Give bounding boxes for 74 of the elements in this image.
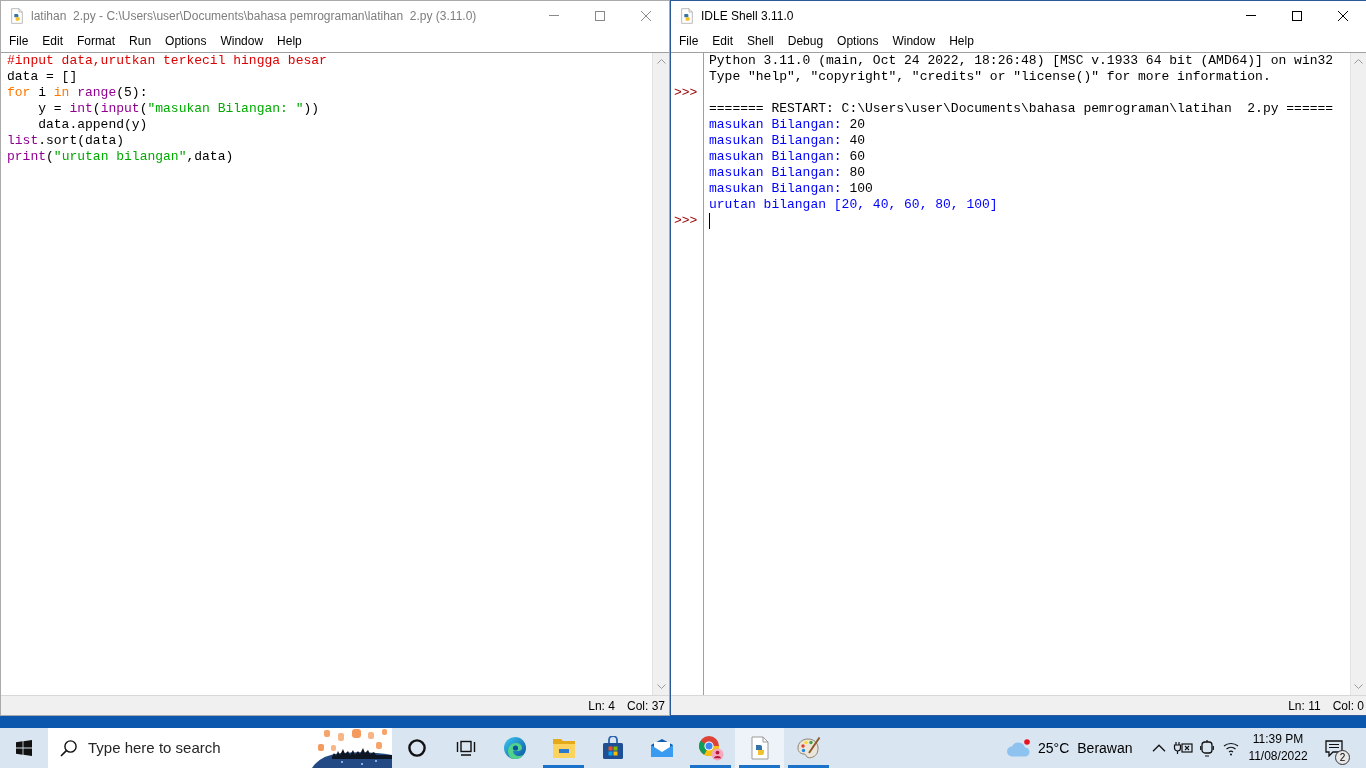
menu-item[interactable]: Window <box>885 30 943 52</box>
shell-output-line: masukan Bilangan: 60 <box>709 149 866 164</box>
shell-prompt: >>> <box>674 213 698 228</box>
menu-item[interactable]: Run <box>122 30 159 52</box>
python-file-icon <box>9 7 25 24</box>
line-indicator: Ln: 11 <box>1288 697 1321 715</box>
menu-item[interactable]: Options <box>158 30 214 52</box>
menu-item[interactable]: Help <box>270 30 309 52</box>
maximize-icon <box>595 10 605 21</box>
chevron-up-icon <box>656 59 666 64</box>
column-indicator: Col: 0 <box>1332 697 1364 715</box>
code-line: data = [] <box>7 69 78 84</box>
palette-icon <box>796 736 821 760</box>
search-icon <box>60 739 77 757</box>
shell-prompt: >>> <box>674 85 698 100</box>
code-line: #input data,urutkan terkecil hingga besar <box>7 53 327 68</box>
menu-item[interactable]: Help <box>942 30 981 52</box>
chevron-up-icon[interactable] <box>1152 744 1166 752</box>
clock-date[interactable]: 11/08/2022 <box>1248 748 1308 765</box>
vertical-scrollbar[interactable] <box>1350 53 1366 695</box>
window-title: latihan 2.py - C:\Users\user\Documents\bahasa pemrograman\latihan 2.py (3.11.0) <box>31 7 477 25</box>
menu-item[interactable]: File <box>672 30 706 52</box>
envelope-icon <box>649 738 674 758</box>
close-icon <box>1338 10 1348 21</box>
shell-output-line: urutan bilangan [20, 40, 60, 80, 100] <box>709 197 998 212</box>
line-indicator: Ln: 4 <box>588 697 615 715</box>
ring-icon <box>407 739 426 757</box>
menu-item[interactable]: Shell <box>740 30 781 52</box>
code-line: data.append(y) <box>37 117 148 132</box>
battery-plug-icon[interactable] <box>1173 741 1193 755</box>
menu-item[interactable]: File <box>2 30 36 52</box>
python-file-icon <box>679 7 695 24</box>
chevron-up-icon <box>1354 59 1363 64</box>
swirl-icon <box>502 736 527 760</box>
shell-output-line: ======= RESTART: C:\Users\user\Documents\bahasa pemrograman\latihan 2.py ====== <box>709 101 1334 116</box>
maximize-icon <box>1292 10 1302 21</box>
search-input[interactable]: Type here to search <box>88 736 288 760</box>
shell-output-line: masukan Bilangan: 40 <box>709 133 866 148</box>
chevron-down-icon <box>1354 684 1363 689</box>
shell-output-line: masukan Bilangan: 20 <box>709 117 866 132</box>
menu-item[interactable]: Edit <box>705 30 741 52</box>
column-indicator: Col: 37 <box>626 697 665 715</box>
browser-profile-icon <box>697 735 724 761</box>
cloud-icon <box>1006 739 1032 757</box>
shopping-bag-icon <box>601 736 624 760</box>
minimize-icon <box>549 15 559 16</box>
vertical-scrollbar[interactable] <box>652 53 669 695</box>
shell-output-line: Type "help", "copyright", "credits" or "license()" for more information. <box>709 69 1271 84</box>
code-line: for i in range(5): <box>7 85 148 100</box>
code-line: y = int(input("masukan Bilangan: ")) <box>37 101 320 116</box>
window-title: IDLE Shell 3.11.0 <box>701 7 794 25</box>
video-camera-icon[interactable] <box>1200 739 1214 757</box>
shell-output-line: masukan Bilangan: 80 <box>709 165 866 180</box>
notification-count: 2 <box>1335 750 1350 765</box>
clock-time[interactable]: 11:39 PM <box>1252 731 1304 748</box>
menu-item[interactable]: Options <box>830 30 886 52</box>
wifi-icon[interactable] <box>1223 740 1239 756</box>
close-icon <box>641 10 651 21</box>
weather-temperature: 25°C <box>1038 738 1070 758</box>
search-bar[interactable]: Type here to search <box>48 728 392 768</box>
task-view-icon <box>455 740 476 756</box>
minimize-icon <box>1246 15 1256 16</box>
menu-item[interactable]: Edit <box>35 30 71 52</box>
weather-condition: Berawan <box>1077 738 1133 758</box>
folder-icon <box>551 737 576 759</box>
windows-logo-icon <box>16 740 32 756</box>
code-line: print("urutan bilangan",data) <box>7 149 234 164</box>
code-line: list.sort(data) <box>7 133 125 148</box>
menu-item[interactable]: Debug <box>780 30 831 52</box>
chevron-down-icon <box>656 684 666 689</box>
menu-item[interactable]: Format <box>70 30 123 52</box>
shell-output-line: Python 3.11.0 (main, Oct 24 2022, 18:26:48) [MSC v.1933 64 bit (AMD64)] on win32 <box>709 53 1334 68</box>
shell-output-line: masukan Bilangan: 100 <box>709 181 873 196</box>
menu-item[interactable]: Window <box>213 30 271 52</box>
